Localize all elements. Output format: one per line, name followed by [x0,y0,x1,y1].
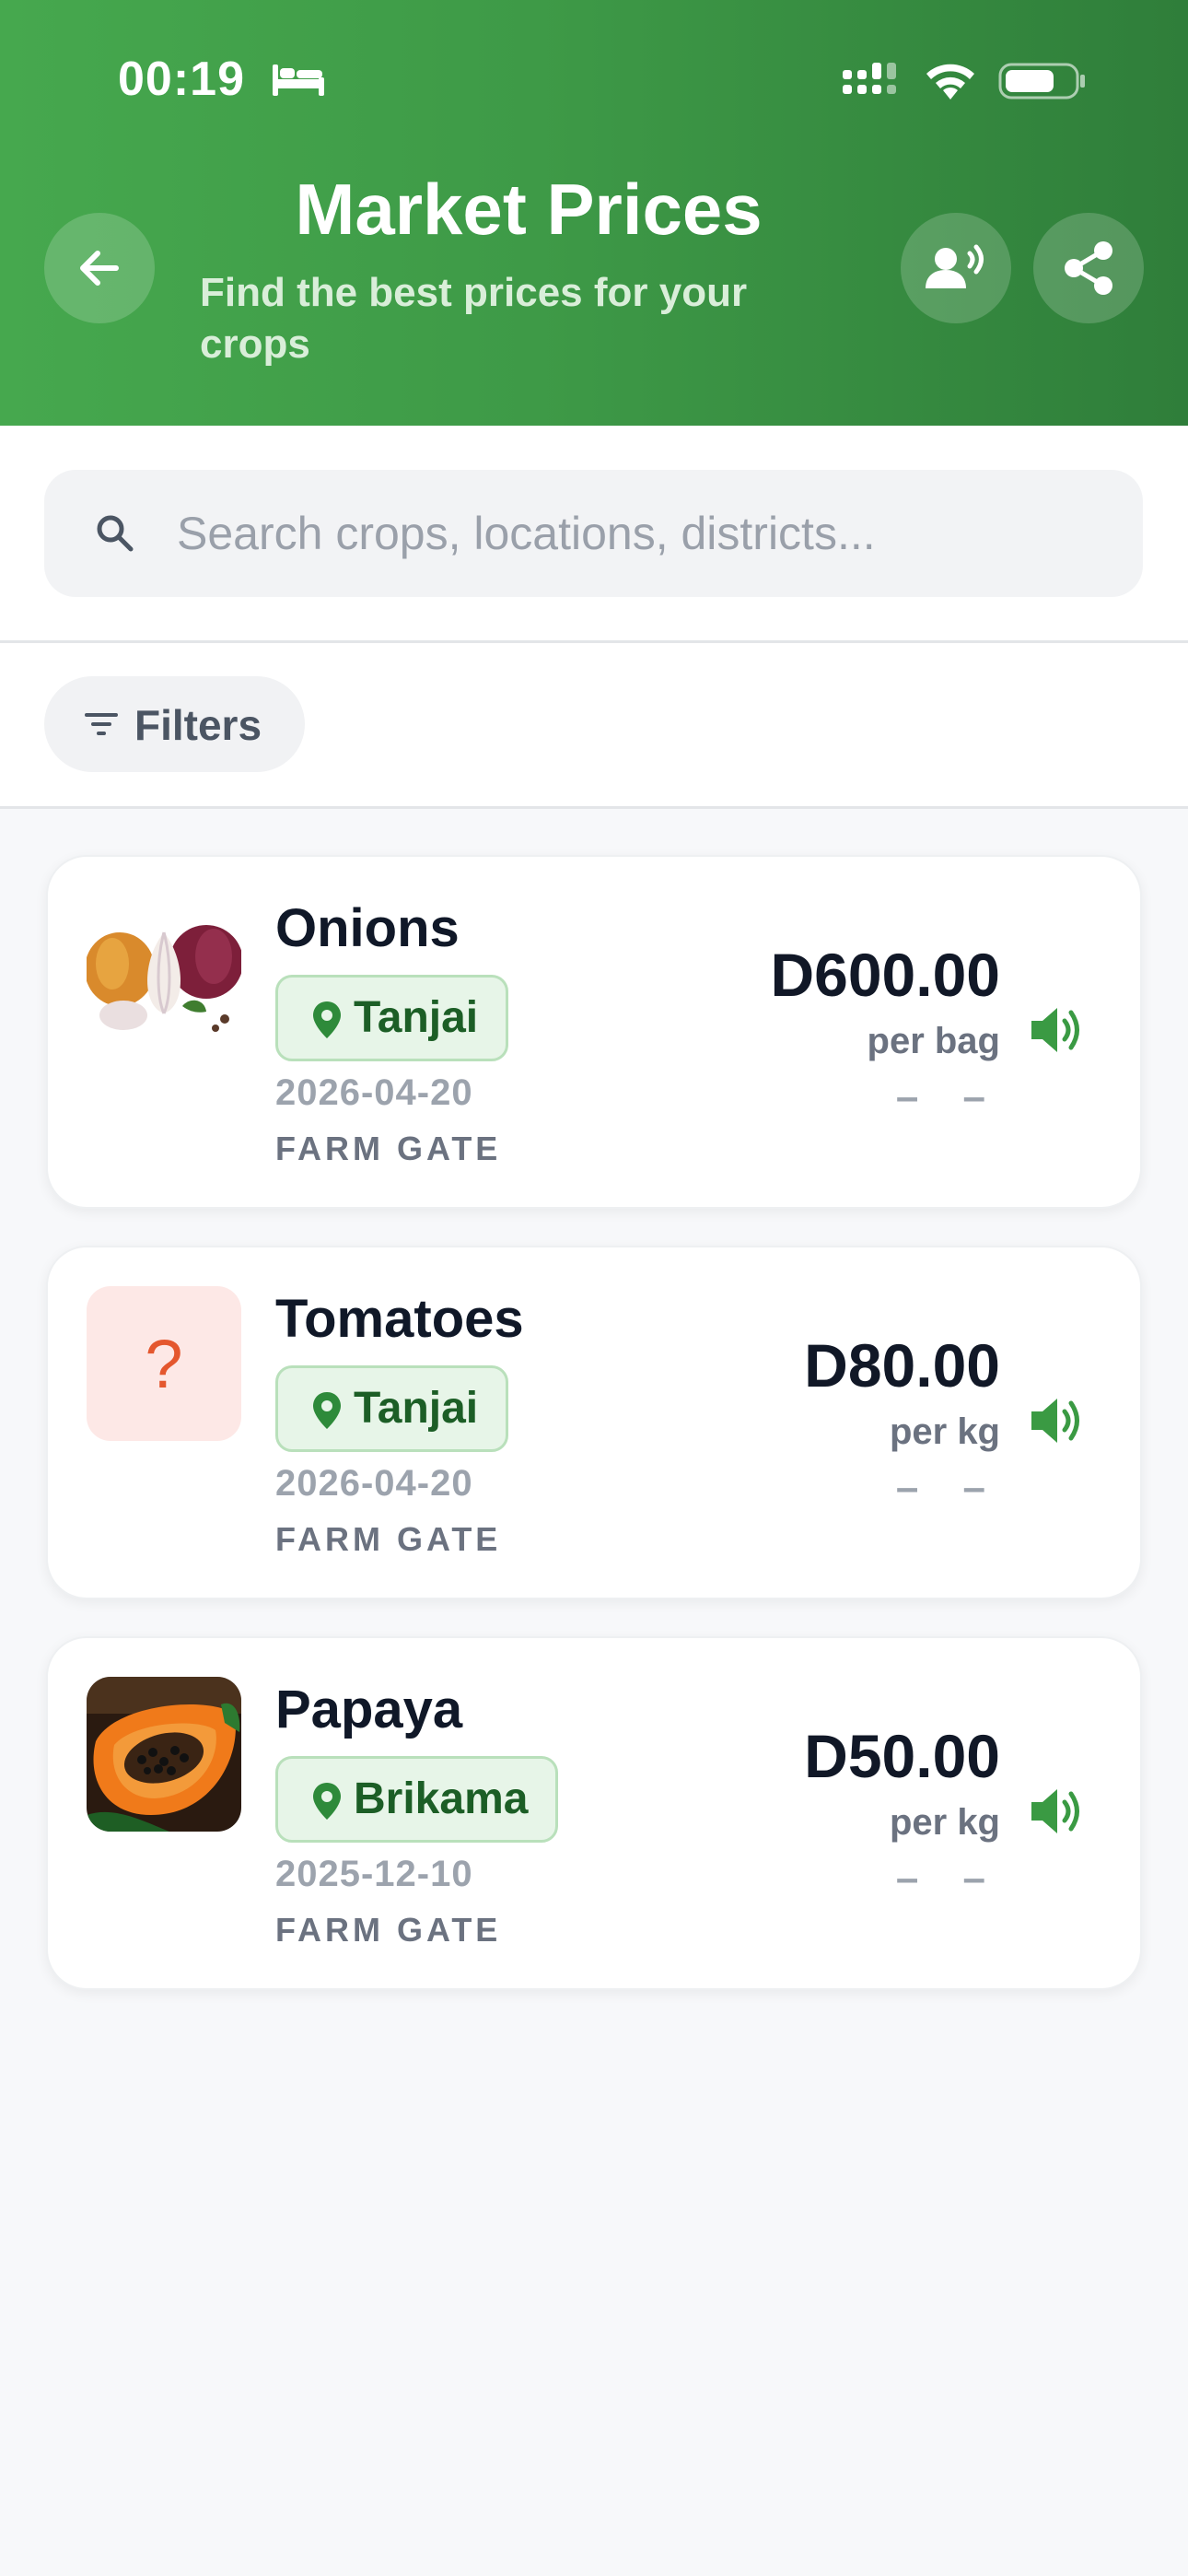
share-button[interactable] [1033,213,1144,323]
location-badge: Tanjai [275,1365,509,1452]
voice-speaker-person-icon [926,244,984,288]
onions-photo [87,896,241,1050]
filters-label: Filters [134,701,262,749]
share-icon [1065,241,1112,295]
price-date: 2026-04-20 [275,1072,473,1113]
status-bar: 00:19 [0,0,1188,166]
crop-name: Papaya [275,1680,463,1739]
search-input[interactable] [177,470,1098,597]
price-card[interactable]: ? Tomatoes Tanjai 2026-04-20 FARM GATE D… [46,1246,1142,1599]
price-card[interactable]: Onions Tanjai 2026-04-20 FARM GATE D600.… [46,855,1142,1209]
page-title: Market Prices [295,169,763,250]
location-label: Brikama [354,1774,529,1823]
location-badge: Brikama [275,1756,559,1843]
price-change: – – [895,1856,1002,1901]
crop-name: Tomatoes [275,1289,524,1349]
page-subtitle: Find the best prices for your crops [200,270,748,367]
price-card[interactable]: Papaya Brikama 2025-12-10 FARM GATE D50.… [46,1636,1142,1990]
speaker-icon[interactable] [1030,1004,1085,1056]
arrow-left-icon [80,251,119,286]
search-bar[interactable] [44,470,1143,597]
filter-section: Filters [0,643,1188,809]
bed-icon [273,64,324,96]
price-date: 2026-04-20 [275,1463,473,1504]
cellular-signal-icon [843,63,896,94]
location-pin-icon [313,1783,341,1820]
price-unit: per kg [889,1802,1000,1843]
price-value: D50.00 [804,1722,1000,1790]
search-section [0,426,1188,643]
papaya-photo [87,1677,241,1832]
filters-button[interactable]: Filters [44,676,305,772]
location-label: Tanjai [354,993,479,1042]
location-pin-icon [313,1001,341,1038]
location-label: Tanjai [354,1384,479,1433]
price-value: D600.00 [770,941,1000,1009]
market-type: FARM GATE [275,1130,502,1167]
back-button[interactable] [44,213,155,323]
price-value: D80.00 [804,1331,1000,1399]
header: 00:19 Market Prices Find the best prices… [0,0,1188,426]
location-pin-icon [313,1392,341,1429]
question-mark-icon: ? [145,1325,183,1402]
price-change: – – [895,1465,1002,1510]
price-unit: per bag [867,1021,1000,1061]
battery-icon [998,63,1085,100]
search-icon [97,515,134,552]
location-badge: Tanjai [275,975,509,1061]
price-date: 2025-12-10 [275,1854,473,1894]
question-mark-placeholder: ? [87,1286,241,1441]
wifi-icon [926,64,974,100]
status-time: 00:19 [118,53,245,106]
filter-icon [85,713,118,735]
market-type: FARM GATE [275,1911,502,1949]
price-unit: per kg [889,1411,1000,1452]
speaker-icon[interactable] [1030,1786,1085,1837]
voice-readout-button[interactable] [901,213,1011,323]
speaker-icon[interactable] [1030,1395,1085,1446]
market-type: FARM GATE [275,1520,502,1558]
crop-name: Onions [275,898,460,958]
price-change: – – [895,1074,1002,1119]
